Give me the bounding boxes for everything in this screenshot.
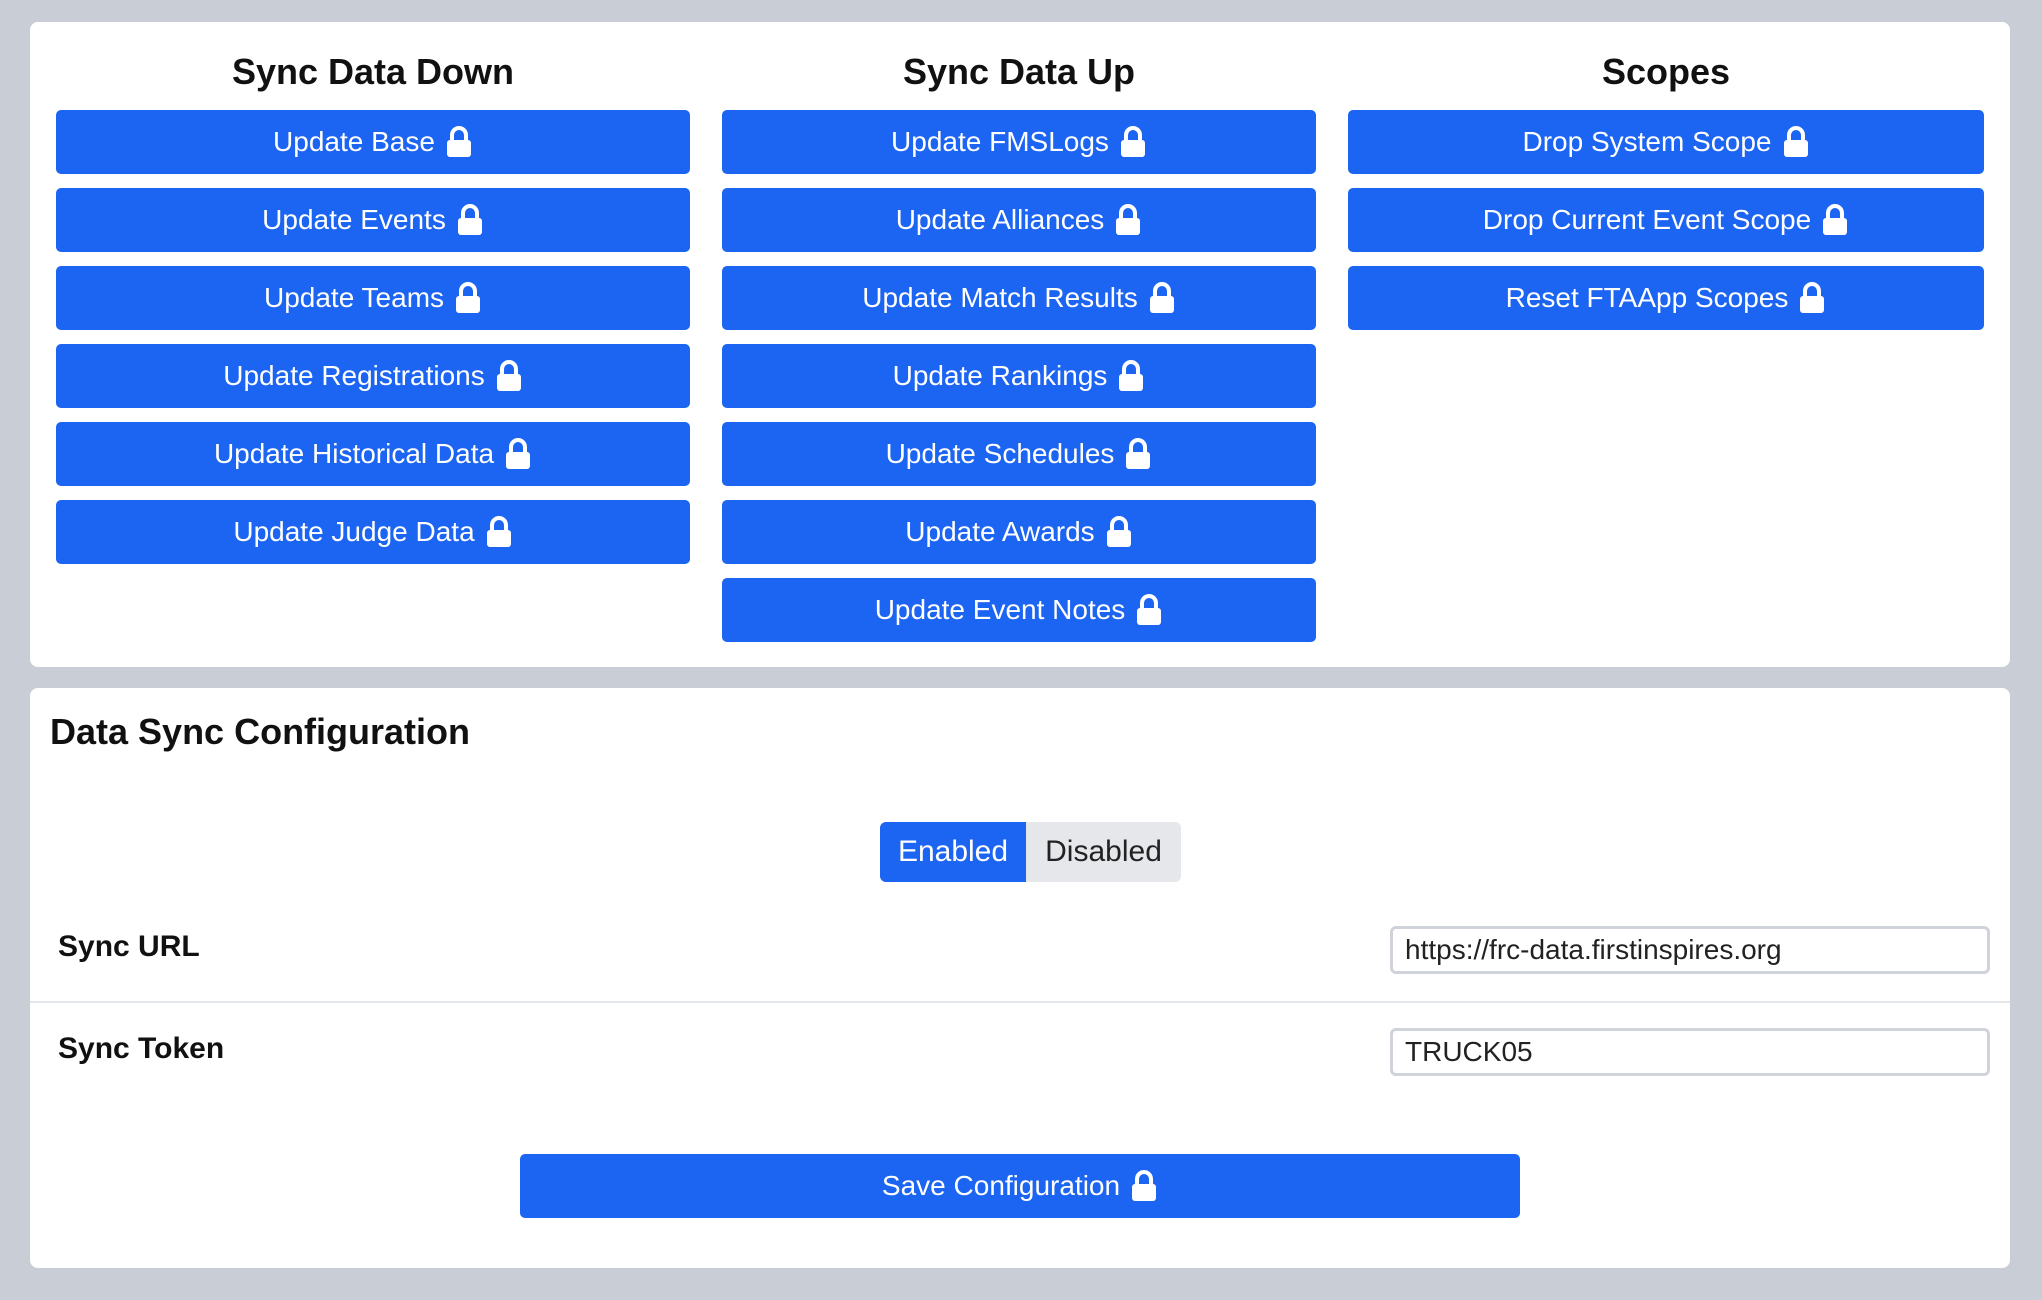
- update-event-notes-button[interactable]: Update Event Notes: [722, 578, 1316, 642]
- lock-icon: [1782, 126, 1810, 158]
- sync-up-heading: Sync Data Up: [902, 51, 1136, 92]
- update-fmslogs-button[interactable]: Update FMSLogs: [722, 110, 1316, 174]
- button-label: Drop Current Event Scope: [1482, 204, 1812, 235]
- lock-icon: [1798, 282, 1826, 314]
- update-historical-data-button[interactable]: Update Historical Data: [56, 422, 690, 486]
- disabled-toggle-button[interactable]: Disabled: [1026, 822, 1181, 882]
- lock-icon: [1124, 438, 1152, 470]
- update-match-results-button[interactable]: Update Match Results: [722, 266, 1316, 330]
- button-label: Drop System Scope: [1522, 126, 1772, 157]
- update-awards-button[interactable]: Update Awards: [722, 500, 1316, 564]
- update-schedules-button[interactable]: Update Schedules: [722, 422, 1316, 486]
- update-teams-button[interactable]: Update Teams: [56, 266, 690, 330]
- divider: [30, 1001, 2010, 1003]
- sync-token-input[interactable]: [1390, 1028, 1990, 1076]
- button-label: Update Events: [262, 204, 446, 235]
- button-label: Update Registrations: [223, 360, 485, 391]
- lock-icon: [1148, 282, 1176, 314]
- sync-actions-card: Sync Data Down Update Base Update Events…: [30, 22, 2010, 667]
- save-button-label: Save Configuration: [881, 1170, 1121, 1201]
- data-sync-configuration-card: Data Sync Configuration Enabled Disabled…: [30, 688, 2010, 1268]
- button-label: Update Event Notes: [874, 594, 1126, 625]
- lock-icon: [454, 282, 482, 314]
- sync-enabled-toggle: Enabled Disabled: [880, 822, 1181, 882]
- scopes-heading: Scopes: [1601, 51, 1731, 92]
- button-label: Update Teams: [263, 282, 445, 313]
- lock-icon: [1130, 1170, 1158, 1202]
- button-label: Update Historical Data: [213, 438, 495, 469]
- sync-up-column: Sync Data Up Update FMSLogs Update Allia…: [722, 22, 1316, 642]
- reset-ftaapp-scopes-button[interactable]: Reset FTAApp Scopes: [1348, 266, 1984, 330]
- lock-icon: [504, 438, 532, 470]
- button-label: Update Awards: [905, 516, 1095, 547]
- config-title: Data Sync Configuration: [50, 711, 471, 752]
- button-label: Update Base: [273, 126, 435, 157]
- lock-icon: [1119, 126, 1147, 158]
- drop-system-scope-button[interactable]: Drop System Scope: [1348, 110, 1984, 174]
- button-label: Update FMSLogs: [891, 126, 1109, 157]
- lock-icon: [1105, 516, 1133, 548]
- sync-url-label: Sync URL: [58, 930, 200, 963]
- update-base-button[interactable]: Update Base: [56, 110, 690, 174]
- button-label: Update Schedules: [885, 438, 1115, 469]
- update-registrations-button[interactable]: Update Registrations: [56, 344, 690, 408]
- button-label: Update Alliances: [895, 204, 1105, 235]
- enabled-toggle-button[interactable]: Enabled: [880, 822, 1026, 882]
- update-rankings-button[interactable]: Update Rankings: [722, 344, 1316, 408]
- button-label: Update Judge Data: [233, 516, 475, 547]
- lock-icon: [495, 360, 523, 392]
- lock-icon: [445, 126, 473, 158]
- lock-icon: [485, 516, 513, 548]
- update-judge-data-button[interactable]: Update Judge Data: [56, 500, 690, 564]
- scopes-column: Scopes Drop System Scope Drop Current Ev…: [1348, 22, 1984, 342]
- sync-down-heading: Sync Data Down: [231, 51, 515, 92]
- lock-icon: [1114, 204, 1142, 236]
- sync-down-column: Sync Data Down Update Base Update Events…: [56, 22, 690, 622]
- button-label: Update Rankings: [892, 360, 1108, 391]
- lock-icon: [1135, 594, 1163, 626]
- button-label: Update Match Results: [862, 282, 1138, 313]
- button-label: Reset FTAApp Scopes: [1505, 282, 1789, 313]
- sync-url-input[interactable]: [1390, 926, 1990, 974]
- lock-icon: [456, 204, 484, 236]
- update-events-button[interactable]: Update Events: [56, 188, 690, 252]
- sync-token-label: Sync Token: [58, 1032, 225, 1065]
- drop-current-event-scope-button[interactable]: Drop Current Event Scope: [1348, 188, 1984, 252]
- lock-icon: [1821, 204, 1849, 236]
- save-configuration-button[interactable]: Save Configuration: [520, 1154, 1520, 1218]
- lock-icon: [1117, 360, 1145, 392]
- update-alliances-button[interactable]: Update Alliances: [722, 188, 1316, 252]
